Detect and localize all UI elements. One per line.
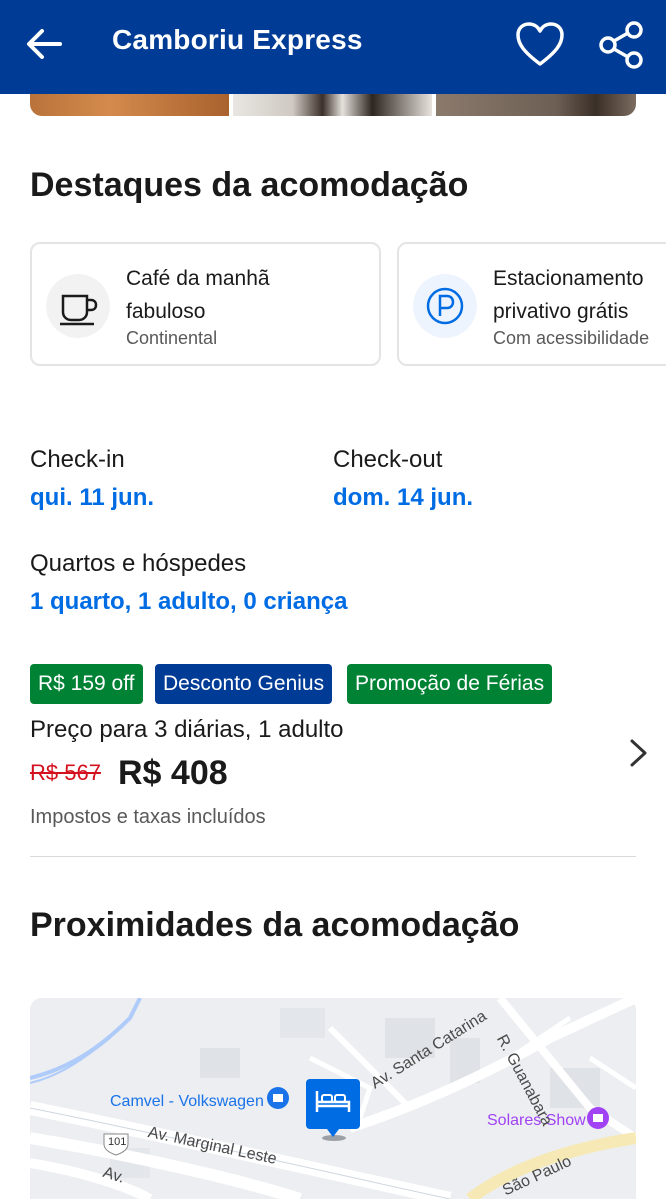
checkin-label: Check-in [30, 446, 125, 473]
page-title: Camboriu Express [112, 24, 363, 55]
app-bar: Camboriu Express [0, 0, 666, 94]
checkout-label: Check-out [333, 446, 443, 473]
nearby-heading: Proximidades da acomodação [30, 906, 520, 944]
gallery-photo[interactable] [233, 94, 432, 116]
promo-badge: Promoção de Férias [347, 664, 553, 704]
coffee-cup-icon [46, 274, 110, 338]
divider [30, 856, 636, 857]
arrow-left-icon[interactable] [22, 26, 66, 62]
rooms-label: Quartos e hóspedes [30, 550, 247, 577]
highlight-title-line: fabuloso [126, 300, 206, 323]
highlight-title-line: privativo grátis [493, 300, 629, 323]
map-label-camvel[interactable]: Camvel - Volkswagen [110, 1093, 264, 1111]
rooms-value[interactable]: 1 quarto, 1 adulto, 0 criança [30, 588, 347, 616]
gallery-photo[interactable] [30, 94, 229, 116]
chevron-right-icon[interactable] [626, 738, 652, 768]
highlights-heading: Destaques da acomodação [30, 166, 469, 204]
highlight-card-parking: Estacionamento privativo grátis Com aces… [397, 242, 666, 366]
checkout-date[interactable]: dom. 14 jun. [333, 484, 473, 512]
highlight-card-breakfast: Café da manhã fabuloso Continental [30, 242, 381, 366]
highlight-subtitle: Com acessibilidade [493, 328, 650, 348]
old-price: R$ 567 [30, 760, 101, 785]
taxes-note: Impostos e taxas incluídos [30, 806, 266, 828]
highlight-title-line: Café da manhã [126, 267, 270, 290]
genius-badge: Desconto Genius [155, 664, 333, 704]
gallery-photo[interactable] [436, 94, 636, 116]
map-route-number: 101 [108, 1136, 127, 1148]
checkin-date[interactable]: qui. 11 jun. [30, 484, 154, 512]
heart-icon[interactable] [514, 20, 566, 70]
current-price: R$ 408 [118, 754, 228, 792]
share-icon[interactable] [596, 20, 646, 70]
discount-badge: R$ 159 off [30, 664, 143, 704]
highlight-subtitle: Continental [126, 328, 218, 348]
price-description: Preço para 3 diárias, 1 adulto [30, 716, 344, 743]
photo-gallery[interactable] [30, 94, 636, 116]
highlight-title-line: Estacionamento [493, 267, 644, 290]
location-map[interactable]: Camvel - Volkswagen Solares Show Av. San… [30, 998, 636, 1199]
parking-icon [413, 274, 477, 338]
